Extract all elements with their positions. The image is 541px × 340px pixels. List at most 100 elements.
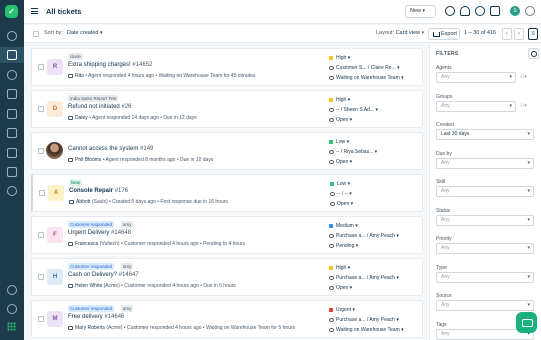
ticket-checkbox[interactable]: [38, 274, 44, 280]
export-button[interactable]: Export: [428, 28, 460, 40]
ticket-card[interactable]: Cannot access the system #149 Phil Blooms…: [31, 132, 423, 170]
ticket-subject[interactable]: Urgent Delivery #14648: [68, 230, 131, 236]
next-page-button[interactable]: ›: [514, 28, 524, 40]
ticket-checkbox[interactable]: [38, 316, 44, 322]
filter-select[interactable]: Any: [436, 157, 534, 169]
chevron-down-icon: ▾: [347, 97, 351, 103]
ticket-card[interactable]: A New Console Repair #176 Abbott (Sauls) • …: [31, 174, 423, 212]
apps-grid-icon[interactable]: [7, 322, 16, 331]
ticket-card[interactable]: D India Sales Report Test Refund not initi…: [31, 90, 423, 128]
ticket-card[interactable]: F Customer responded amy Urgent Delivery #1…: [31, 216, 423, 254]
notifications-icon[interactable]: [460, 6, 470, 16]
filters-panel: FILTERS Agents Any ⚇▾ Groups Any ⚇▾ Created Las…: [429, 44, 541, 340]
ticket-checkbox[interactable]: [39, 190, 45, 196]
priority-dropdown[interactable]: High ▾: [329, 55, 350, 61]
chat-widget-button[interactable]: [516, 312, 537, 333]
ticket-card[interactable]: M Customer responded amy Free delivery #146…: [31, 300, 423, 338]
ticket-checkbox[interactable]: [38, 106, 44, 112]
toggle-filters-button[interactable]: ≡: [528, 28, 538, 40]
ticket-card[interactable]: H Customer responded amy Cash on Delivery? …: [31, 258, 423, 296]
assignee-dropdown[interactable]: Customer S... / Claire Re... ▾: [329, 65, 400, 71]
prev-page-button[interactable]: ‹: [502, 28, 512, 40]
filter-select[interactable]: Any: [436, 243, 534, 254]
ticket-card[interactable]: Rclaire Extra shipping charges! #14652 Rit…: [31, 48, 423, 86]
priority-dropdown[interactable]: Medium ▾: [329, 223, 358, 229]
profile-menu-icon[interactable]: [525, 6, 535, 16]
ticket-subject[interactable]: Refund not initiated #26: [68, 104, 131, 110]
menu-icon[interactable]: [31, 8, 38, 14]
filter-search-icon[interactable]: [528, 48, 539, 59]
layout-dropdown[interactable]: Layout: Card view ▾: [376, 30, 424, 36]
filter-mode-icon[interactable]: ⚇▾: [520, 74, 527, 80]
ticket-meta: Phil Blooms • Agent responded 8 months a…: [68, 157, 213, 163]
filter-label: Type: [436, 264, 447, 271]
chevron-down-icon: ▾: [352, 307, 355, 313]
filter-select[interactable]: Any: [436, 186, 534, 197]
export-label: Export: [441, 31, 457, 37]
filter-mode-icon[interactable]: ⚇▾: [520, 103, 527, 109]
forums-icon[interactable]: [7, 128, 17, 138]
phone-icon[interactable]: [7, 304, 17, 314]
chevron-down-icon: ▾: [350, 201, 354, 207]
assignee-dropdown[interactable]: -- / -- ▾: [330, 191, 352, 197]
priority-dropdown[interactable]: Low ▾: [330, 181, 350, 187]
dashboard-icon[interactable]: [7, 31, 17, 41]
status-dropdown[interactable]: Open ▾: [329, 159, 352, 165]
ticket-subject-text: Console Repair: [69, 188, 114, 194]
status-dropdown[interactable]: Pending ▾: [329, 243, 358, 249]
ticket-subject[interactable]: Cannot access the system #149: [68, 146, 153, 152]
priority-dropdown[interactable]: High ▾: [329, 265, 350, 271]
help-icon[interactable]: [475, 6, 485, 16]
new-button-label: New: [410, 8, 422, 14]
bell-icon[interactable]: [7, 89, 17, 99]
assignee-dropdown[interactable]: -- / Sheen S Ad... ▾: [329, 107, 378, 113]
status-value: Pending: [336, 243, 355, 249]
filter-select[interactable]: Any: [436, 214, 534, 226]
priority-value: Medium: [336, 223, 354, 229]
status-dropdown[interactable]: Waiting on Warehouse Team ▾: [329, 327, 404, 333]
help-icon[interactable]: [7, 285, 17, 295]
ticket-subject[interactable]: Extra shipping charges! #14652: [68, 62, 152, 68]
priority-dropdown[interactable]: High ▾: [329, 97, 350, 103]
search-icon[interactable]: [445, 6, 455, 16]
assignee-dropdown[interactable]: Purchase a... / Amy Peach ▾: [329, 317, 399, 323]
user-avatar[interactable]: S: [510, 6, 520, 16]
filter-select[interactable]: Any: [436, 271, 534, 283]
tickets-icon[interactable]: [7, 50, 17, 60]
sort-dropdown[interactable]: Date created ▾: [67, 30, 103, 36]
ticket-meta: Helen White (Acme) • Customer responded …: [68, 283, 236, 289]
freshdesk-logo-icon[interactable]: ✓: [5, 5, 18, 18]
ticket-subject[interactable]: Console Repair #176: [69, 188, 128, 194]
contacts-icon[interactable]: [7, 70, 17, 80]
automation-icon[interactable]: [7, 167, 17, 177]
admin-gear-icon[interactable]: [7, 186, 17, 196]
chevron-down-icon: ▾: [374, 149, 378, 155]
status-dropdown[interactable]: Open ▾: [329, 285, 352, 291]
priority-dropdown[interactable]: Low ▾: [329, 139, 349, 145]
ticket-checkbox[interactable]: [38, 148, 44, 154]
filter-select[interactable]: Any: [436, 100, 516, 112]
select-all-checkbox[interactable]: [33, 31, 39, 37]
ticket-subject[interactable]: Cash on Delivery? #14647: [68, 272, 139, 278]
assignee-dropdown[interactable]: Purchase a... / Amy Peach ▾: [329, 275, 399, 281]
filter-select[interactable]: Any: [436, 72, 516, 83]
filter-select[interactable]: Last 30 days: [436, 129, 534, 140]
gift-icon[interactable]: [490, 6, 500, 16]
page-title: All tickets: [46, 7, 82, 16]
status-dropdown[interactable]: Open ▾: [330, 201, 353, 207]
new-button[interactable]: New ▾: [405, 5, 436, 18]
assignee-dropdown[interactable]: -- / Riya Sebas... ▾: [329, 149, 377, 155]
filter-select[interactable]: Any: [436, 300, 534, 311]
analytics-icon[interactable]: [7, 148, 17, 158]
filter-label: Due by: [436, 150, 452, 157]
assignee-dropdown[interactable]: Purchase a... / Amy Peach ▾: [329, 233, 399, 239]
ticket-checkbox[interactable]: [38, 232, 44, 238]
priority-color-dot: [329, 223, 333, 228]
ticket-tag: Customer responded: [68, 263, 115, 270]
status-dropdown[interactable]: Waiting on Warehouse Team ▾: [329, 75, 404, 81]
priority-dropdown[interactable]: Urgent ▾: [329, 307, 355, 313]
ticket-checkbox[interactable]: [38, 64, 44, 70]
solutions-icon[interactable]: [7, 109, 17, 119]
status-dropdown[interactable]: Open ▾: [329, 117, 352, 123]
ticket-subject[interactable]: Free delivery #14646: [68, 314, 124, 320]
